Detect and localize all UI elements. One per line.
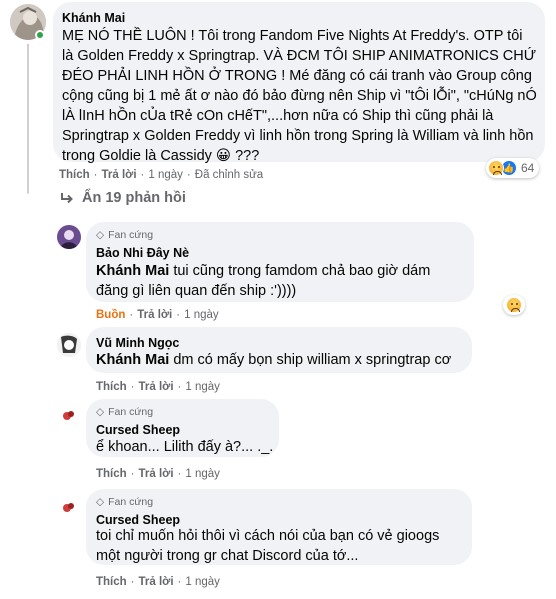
sad-reaction-icon [506,297,522,313]
badge-label: Fan cứng [108,496,154,508]
reply-text: ể khoan... Lilith đấy à?... ._. [96,439,274,455]
mention-link[interactable]: Khánh Mai [96,263,169,279]
online-status-dot [35,30,45,40]
reply-actions: Buồn · Trả lời · 1 ngày [96,308,219,322]
diamond-icon: ◇ [96,406,105,418]
reply-button[interactable]: Trả lời [139,575,174,589]
badge-label: Fan cứng [108,229,154,241]
reply-body: dm có mấy bọn ship william x springtrap … [169,352,452,368]
badge-label: Fan cứng [108,406,154,418]
avatar[interactable] [57,404,81,428]
reply-button[interactable]: Trả lời [137,308,172,322]
reaction-count: 64 [521,161,535,175]
comment-text: MẸ NÓ THỀ LUÔN ! Tôi trong Fandom Five N… [62,28,537,164]
sad-reaction-button[interactable]: Buồn [96,308,125,322]
comment-actions: Thích · Trả lời · 1 ngày · Đã chỉnh sửa [59,168,264,182]
avatar-image [57,333,81,357]
like-button[interactable]: Thích [96,380,127,394]
avatar[interactable] [57,333,81,357]
reply-time[interactable]: 1 ngày [185,467,220,481]
reply-text: toi chỉ muốn hỏi thôi vì cách nói của bạ… [96,528,440,564]
reply-button[interactable]: Trả lời [139,380,174,394]
fan-badge: ◇ Fan cứng [96,406,153,419]
thread-line [27,44,29,194]
diamond-icon: ◇ [96,229,105,241]
reply-time[interactable]: 1 ngày [185,575,220,589]
avatar[interactable] [57,225,81,249]
reaction-summary[interactable] [503,295,525,315]
reply-arrow-icon [61,193,73,204]
hide-replies-label: Ẩn 19 phản hồi [82,190,186,206]
reply-button[interactable]: Trả lời [102,168,137,182]
reply-actions: Thích · Trả lời · 1 ngày [96,467,220,481]
sad-reaction-icon [488,160,504,176]
like-button[interactable]: Thích [96,575,127,589]
reply-actions: Thích · Trả lời · 1 ngày [96,380,220,394]
reply-text: Khánh Mai dm có mấy bọn ship william x s… [96,350,466,370]
fan-badge: ◇ Fan cứng [96,229,153,242]
reply-author[interactable]: Vũ Minh Ngọc [96,335,179,351]
like-button[interactable]: Thích [59,168,90,182]
avatar-image [57,496,81,520]
reply-time[interactable]: 1 ngày [185,380,220,394]
avatar[interactable] [57,496,81,520]
mention-link[interactable]: Khánh Mai [96,352,169,368]
reply-text: Khánh Mai tui cũng trong famdom chả bao … [96,261,466,301]
edited-label: Đã chỉnh sửa [194,169,264,181]
fan-badge: ◇ Fan cứng [96,496,153,509]
reply-time[interactable]: 1 ngày [184,308,219,322]
avatar-image [57,404,81,428]
reaction-summary[interactable]: 👍 64 [486,158,540,178]
like-button[interactable]: Thích [96,467,127,481]
comment-time[interactable]: 1 ngày [148,168,183,182]
diamond-icon: ◇ [96,496,105,508]
hide-replies-button[interactable]: Ẩn 19 phản hồi [60,190,186,206]
reply-author[interactable]: Cursed Sheep [96,422,180,438]
reply-actions: Thích · Trả lời · 1 ngày [96,575,220,589]
avatar-image [57,225,81,249]
comment-author[interactable]: Khánh Mai [62,10,125,26]
reply-button[interactable]: Trả lời [139,467,174,481]
reply-author[interactable]: Bảo Nhi Đây Nè [96,245,189,261]
